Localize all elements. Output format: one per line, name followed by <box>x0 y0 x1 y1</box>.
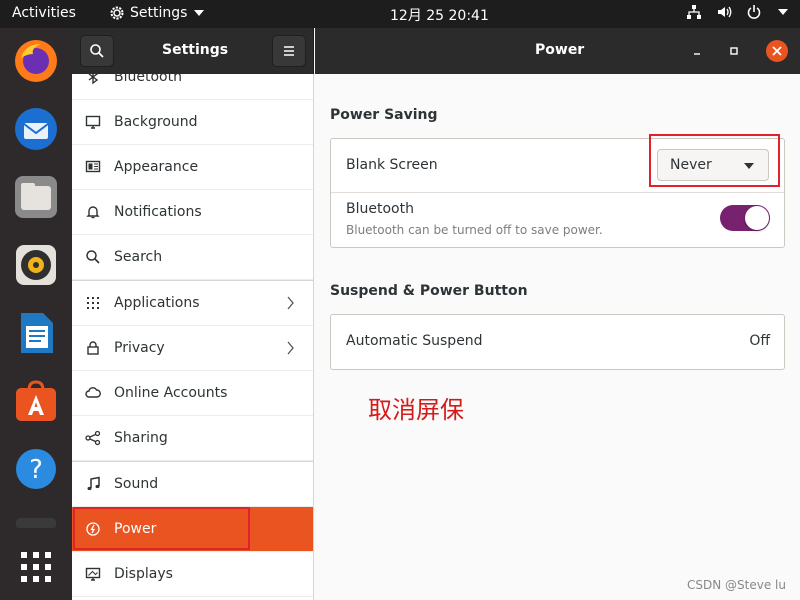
grid-icon <box>72 296 114 310</box>
music-note-icon <box>72 476 114 492</box>
suspend-frame: Automatic Suspend Off <box>330 314 785 370</box>
sidebar-item-displays[interactable]: Displays <box>72 552 313 597</box>
sidebar-item-label: Sound <box>114 476 159 492</box>
sidebar-item-appearance[interactable]: Appearance <box>72 145 313 190</box>
content-panel: Power Saving Blank Screen Never Bluetoot… <box>315 74 800 600</box>
share-icon <box>72 430 114 446</box>
automatic-suspend-row[interactable]: Automatic Suspend Off <box>331 315 784 369</box>
thunderbird-icon[interactable] <box>13 106 59 152</box>
chevron-down-icon <box>778 9 788 15</box>
settings-window: Settings Power Bluetooth Background Appe… <box>72 28 800 600</box>
blank-screen-dropdown[interactable]: Never <box>657 149 769 181</box>
sidebar: Bluetooth Background Appearance Notifica… <box>72 74 314 600</box>
appearance-icon <box>72 159 114 175</box>
chevron-down-icon <box>194 10 205 16</box>
background-icon <box>72 114 114 130</box>
sidebar-item-online-accounts[interactable]: Online Accounts <box>72 371 313 416</box>
bluetooth-description: Bluetooth can be turned off to save powe… <box>346 223 603 237</box>
annotation-text: 取消屏保 <box>368 396 464 424</box>
display-icon <box>72 566 114 582</box>
bell-icon <box>72 204 114 220</box>
network-icon <box>687 5 701 19</box>
sidebar-item-label: Notifications <box>114 204 202 220</box>
sidebar-item-bluetooth[interactable]: Bluetooth <box>72 74 313 100</box>
sidebar-item-sharing[interactable]: Sharing <box>72 416 313 461</box>
sidebar-header: Settings <box>72 28 314 74</box>
hamburger-icon <box>284 46 294 56</box>
close-icon <box>772 46 782 56</box>
menu-button[interactable] <box>272 35 306 67</box>
search-icon <box>90 44 104 58</box>
terminal-icon[interactable] <box>13 514 59 528</box>
sidebar-item-label: Background <box>114 114 198 130</box>
sidebar-item-notifications[interactable]: Notifications <box>72 190 313 235</box>
show-apps-icon[interactable] <box>13 544 59 590</box>
top-bar: Activities Settings 12月 25 20:41 <box>0 0 800 28</box>
bluetooth-row: Bluetooth Bluetooth can be turned off to… <box>331 193 784 247</box>
toggle-knob <box>745 206 769 230</box>
search-icon <box>72 249 114 265</box>
blank-screen-value: Never <box>670 157 712 173</box>
sidebar-item-background[interactable]: Background <box>72 100 313 145</box>
sidebar-item-power[interactable]: Power <box>72 507 313 552</box>
cloud-icon <box>72 385 114 401</box>
sidebar-item-label: Displays <box>114 566 173 582</box>
chevron-right-icon <box>287 296 294 310</box>
sidebar-item-label: Bluetooth <box>114 74 182 85</box>
watermark: CSDN @Steve lu <box>687 578 786 592</box>
gear-icon <box>110 6 124 20</box>
bluetooth-icon <box>72 74 114 85</box>
main-header: Power <box>315 28 800 74</box>
sidebar-item-label: Search <box>114 249 163 265</box>
firefox-icon[interactable] <box>13 38 59 84</box>
lock-icon <box>72 340 114 356</box>
sidebar-item-label: Sharing <box>114 430 168 446</box>
blank-screen-label: Blank Screen <box>346 157 438 173</box>
sidebar-title: Settings <box>162 42 229 58</box>
close-button[interactable] <box>766 40 788 62</box>
blank-screen-row: Blank Screen Never <box>331 139 784 193</box>
power-saving-heading: Power Saving <box>330 107 438 123</box>
dock: ? <box>0 28 72 600</box>
search-button[interactable] <box>80 35 114 67</box>
maximize-icon[interactable] <box>729 46 739 56</box>
sidebar-item-label: Applications <box>114 295 200 311</box>
automatic-suspend-label: Automatic Suspend <box>346 333 483 349</box>
power-icon <box>72 521 114 537</box>
files-icon[interactable] <box>13 174 59 220</box>
sidebar-item-applications[interactable]: Applications <box>72 281 313 326</box>
sidebar-item-label: Online Accounts <box>114 385 228 401</box>
sidebar-item-label: Power <box>114 521 157 537</box>
app-menu-label: Settings <box>130 5 188 21</box>
libreoffice-writer-icon[interactable] <box>13 310 59 356</box>
volume-icon <box>718 6 732 18</box>
help-icon[interactable]: ? <box>13 446 59 492</box>
system-tray[interactable] <box>686 4 788 20</box>
sidebar-item-sound[interactable]: Sound <box>72 462 313 507</box>
page-title: Power <box>535 42 585 58</box>
rhythmbox-icon[interactable] <box>13 242 59 288</box>
minimize-icon[interactable] <box>692 46 702 56</box>
chevron-right-icon <box>287 341 294 355</box>
suspend-heading: Suspend & Power Button <box>330 283 528 299</box>
sidebar-item-label: Appearance <box>114 159 199 175</box>
power-icon <box>747 5 761 19</box>
bluetooth-toggle[interactable] <box>720 205 770 231</box>
clock[interactable]: 12月 25 20:41 <box>390 5 489 25</box>
activities-button[interactable]: Activities <box>12 5 76 21</box>
power-saving-frame: Blank Screen Never Bluetooth Bluetooth c… <box>330 138 785 248</box>
app-menu[interactable]: Settings <box>109 5 205 21</box>
sidebar-item-privacy[interactable]: Privacy <box>72 326 313 371</box>
svg-text:?: ? <box>29 455 43 485</box>
sidebar-item-label: Privacy <box>114 340 165 356</box>
bluetooth-label: Bluetooth <box>346 201 414 217</box>
dropdown-arrow-icon <box>744 163 754 169</box>
software-icon[interactable] <box>13 378 59 424</box>
sidebar-item-search[interactable]: Search <box>72 235 313 280</box>
automatic-suspend-value: Off <box>749 333 770 349</box>
